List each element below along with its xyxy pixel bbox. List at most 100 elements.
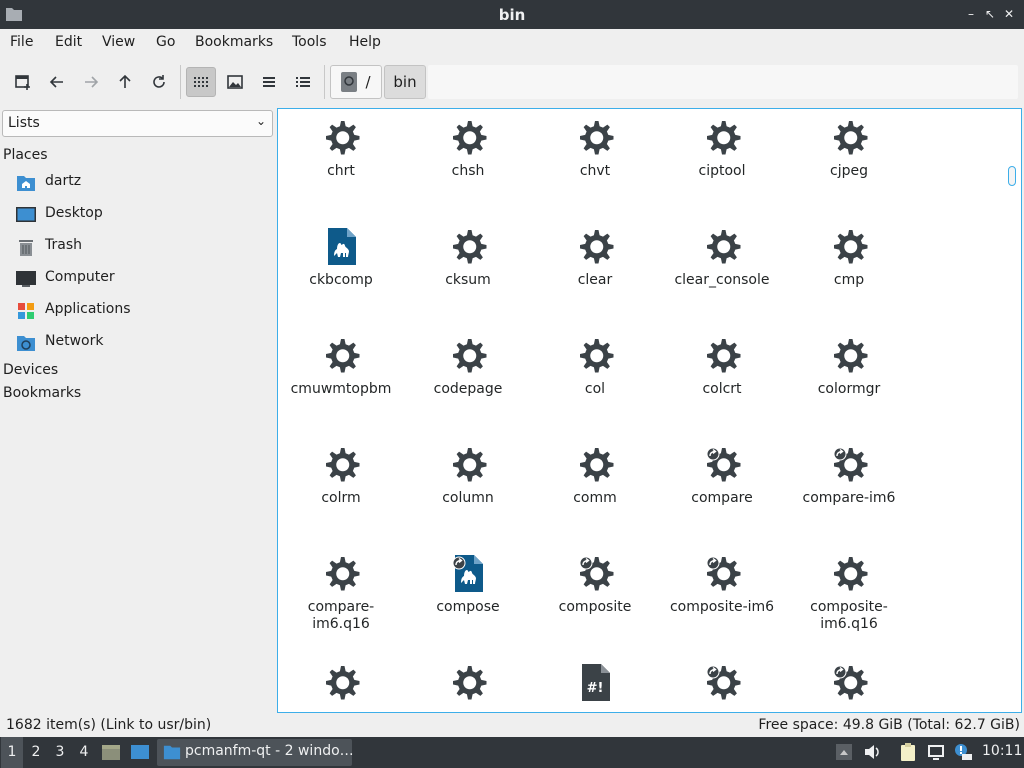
file-item[interactable]: comm [533, 436, 657, 536]
executable-gear-icon [321, 335, 361, 375]
file-item[interactable]: compare [660, 436, 784, 536]
file-item-label: column [442, 490, 494, 506]
menu-help[interactable]: Help [349, 34, 381, 50]
menu-view[interactable]: View [102, 34, 135, 50]
show-desktop-icon[interactable] [130, 742, 150, 762]
file-item[interactable]: composite [533, 545, 657, 645]
clipboard-icon[interactable] [898, 742, 918, 762]
workspace-2-button[interactable]: 2 [25, 737, 47, 768]
chevron-down-icon: ⌄ [255, 114, 266, 128]
file-item[interactable]: col [533, 327, 657, 427]
back-button[interactable] [42, 67, 72, 97]
menu-file[interactable]: File [10, 34, 33, 50]
thumbnail-view-button[interactable] [220, 67, 250, 97]
menu-bookmarks[interactable]: Bookmarks [195, 34, 273, 50]
sidebar-item-network[interactable]: Network [16, 331, 266, 355]
sidebar-item-dartz[interactable]: dartz [16, 171, 266, 195]
up-button[interactable] [110, 67, 140, 97]
file-item[interactable]: chsh [406, 109, 530, 209]
file-item[interactable]: clear_console [660, 218, 784, 318]
file-item[interactable]: chvt [533, 109, 657, 209]
detailed-view-button[interactable] [288, 67, 318, 97]
menu-go[interactable]: Go [156, 34, 175, 50]
path-root-label: / [365, 73, 371, 91]
new-window-button[interactable] [8, 67, 38, 97]
sidebar-item-trash[interactable]: Trash [16, 235, 266, 259]
file-item-label: ckbcomp [309, 272, 373, 288]
network-status-icon[interactable] [926, 742, 946, 762]
menu-tools[interactable]: Tools [292, 34, 327, 50]
places-header[interactable]: Places [3, 147, 48, 163]
sidebar-item-label: Applications [45, 301, 131, 317]
compact-view-button[interactable] [254, 67, 284, 97]
file-item[interactable]: cksum [406, 218, 530, 318]
devices-header[interactable]: Devices [3, 362, 58, 378]
file-item[interactable]: composite-im6 [660, 545, 784, 645]
restore-button[interactable]: ↖ [981, 5, 999, 23]
sidebar-item-computer[interactable]: Computer [16, 267, 266, 291]
reload-button[interactable] [144, 67, 174, 97]
file-item[interactable]: ciptool [660, 109, 784, 209]
file-item-label: ciptool [698, 163, 746, 179]
file-item[interactable]: cmuwmtopbm [279, 327, 403, 427]
file-manager-launcher-icon[interactable] [101, 742, 121, 762]
executable-gear-icon [448, 662, 488, 702]
folder-icon [163, 745, 181, 760]
file-item-label: chvt [579, 163, 611, 179]
list-compact-icon [263, 77, 275, 87]
tray-show-icon[interactable] [834, 742, 854, 762]
file-item[interactable] [787, 654, 911, 712]
scrollbar-handle[interactable] [1008, 166, 1016, 186]
file-item[interactable]: compose [406, 545, 530, 645]
file-item[interactable]: compare-im6 [787, 436, 911, 536]
file-item[interactable]: composite- im6.q16 [787, 545, 911, 645]
sidebar-item-applications[interactable]: Applications [16, 299, 266, 323]
notification-icon[interactable] [954, 742, 974, 762]
side-pane-mode-select[interactable]: Lists ⌄ [2, 110, 273, 137]
file-item[interactable]: compare- im6.q16 [279, 545, 403, 645]
file-icon-view[interactable]: chrt chsh chvt ciptool cjpeg ckbcomp cksum clea… [277, 108, 1022, 713]
file-item[interactable]: column [406, 436, 530, 536]
task-pcmanfm-qt[interactable]: pcmanfm-qt - 2 windo… [157, 739, 354, 766]
file-item[interactable]: colrm [279, 436, 403, 536]
workspace-4-button[interactable]: 4 [73, 737, 95, 768]
minimize-button[interactable]: – [962, 5, 980, 23]
toolbar-separator [180, 65, 181, 99]
file-item[interactable]: codepage [406, 327, 530, 427]
file-item[interactable]: cmp [787, 218, 911, 318]
task-label: pcmanfm-qt - 2 windo… [185, 743, 354, 759]
forward-button[interactable] [76, 67, 106, 97]
executable-link-icon [702, 662, 742, 702]
toolbar: / bin [0, 57, 1024, 107]
executable-link-icon [829, 444, 869, 484]
menu-edit[interactable]: Edit [55, 34, 82, 50]
workspace-1-button[interactable]: 1 [1, 737, 23, 768]
executable-gear-icon [829, 553, 869, 593]
file-item[interactable]: ckbcomp [279, 218, 403, 318]
file-item[interactable]: chrt [279, 109, 403, 209]
sidebar-item-label: Computer [45, 269, 115, 285]
file-item-label: colcrt [702, 381, 742, 397]
file-item[interactable] [279, 654, 403, 712]
file-item-label: compose [436, 599, 500, 615]
path-bar-empty[interactable] [428, 65, 1018, 99]
file-item[interactable]: clear [533, 218, 657, 318]
path-root-button[interactable]: / [330, 65, 382, 99]
file-item[interactable]: colcrt [660, 327, 784, 427]
file-item-label: colrm [321, 490, 361, 506]
bookmarks-header[interactable]: Bookmarks [3, 385, 81, 401]
file-item[interactable]: #! [533, 654, 657, 712]
file-item-label: composite [558, 599, 632, 615]
sidebar-item-desktop[interactable]: Desktop [16, 203, 266, 227]
file-item-label: colormgr [817, 381, 881, 397]
workspace-3-button[interactable]: 3 [49, 737, 71, 768]
file-item[interactable]: cjpeg [787, 109, 911, 209]
file-item[interactable]: colormgr [787, 327, 911, 427]
icon-view-button[interactable] [186, 67, 216, 97]
file-item[interactable] [406, 654, 530, 712]
file-item[interactable] [660, 654, 784, 712]
path-bin-button[interactable]: bin [384, 65, 426, 99]
scrollbar[interactable] [1003, 109, 1020, 711]
close-button[interactable]: ✕ [1000, 5, 1018, 23]
volume-icon[interactable] [862, 742, 882, 762]
